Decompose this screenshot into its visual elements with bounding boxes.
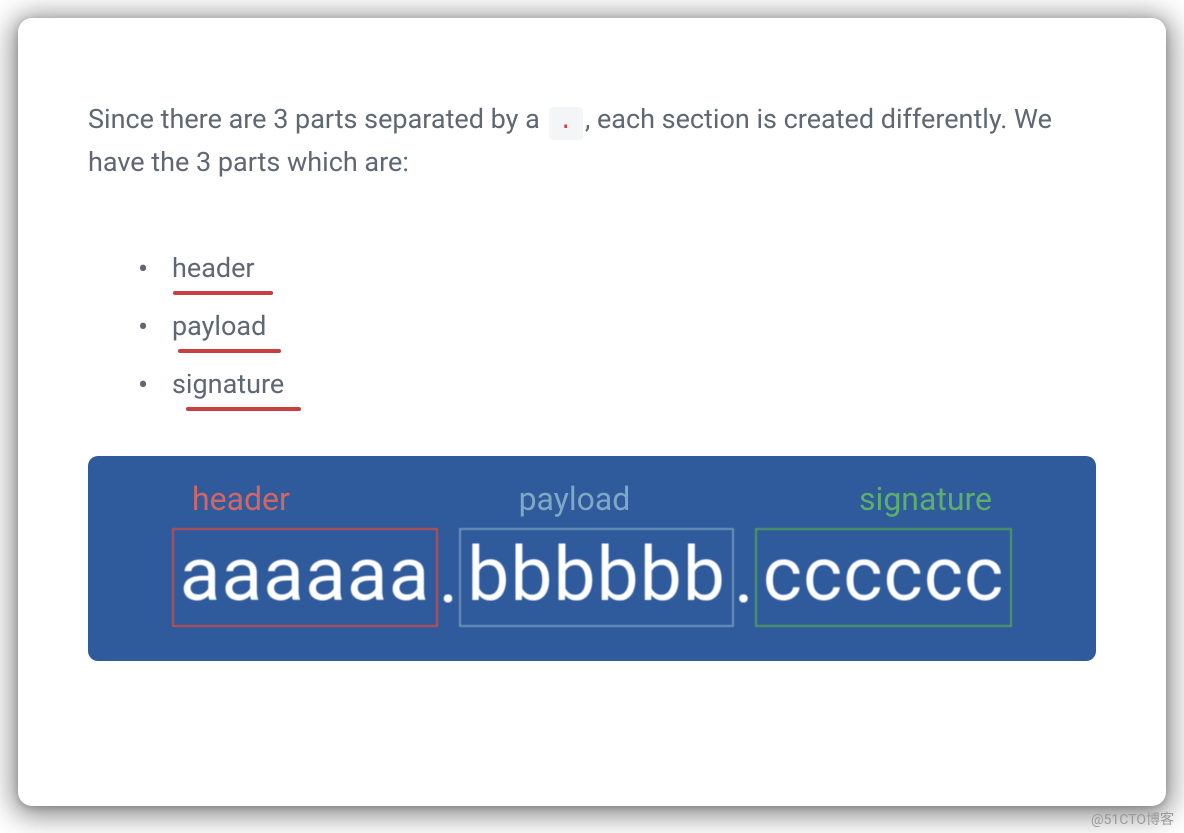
list-item-label: signature: [172, 368, 284, 400]
list-item-label: payload: [172, 310, 266, 342]
list-item-header: header: [138, 252, 1096, 284]
token-diagram: header payload signature aaaaaa.bbbbbb.c…: [88, 456, 1096, 661]
diagram-label-header: header: [192, 480, 290, 518]
diagram-label-signature: signature: [859, 480, 992, 518]
intro-before: Since there are 3 parts separated by a: [88, 103, 547, 135]
token-separator: .: [438, 540, 459, 615]
annotation-underline-icon: [186, 407, 301, 411]
document-card: Since there are 3 parts separated by a .…: [18, 18, 1166, 806]
token-string-row: aaaaaa.bbbbbb.cccccc: [152, 528, 1032, 627]
token-segment-signature: cccccc: [755, 528, 1013, 627]
watermark: @51CTO博客: [1091, 809, 1174, 829]
list-item-label: header: [172, 252, 255, 284]
token-separator: .: [734, 540, 755, 615]
token-segment-header: aaaaaa: [172, 528, 439, 627]
parts-list: header payload signature: [138, 252, 1096, 400]
annotation-underline-icon: [173, 291, 273, 295]
token-segment-payload: bbbbbb: [459, 528, 734, 627]
diagram-labels-row: header payload signature: [152, 480, 1032, 528]
diagram-label-payload: payload: [519, 480, 631, 518]
inline-code-dot: .: [549, 107, 583, 140]
list-item-signature: signature: [138, 368, 1096, 400]
annotation-underline-icon: [178, 349, 281, 353]
list-item-payload: payload: [138, 310, 1096, 342]
intro-paragraph: Since there are 3 parts separated by a .…: [88, 98, 1096, 184]
